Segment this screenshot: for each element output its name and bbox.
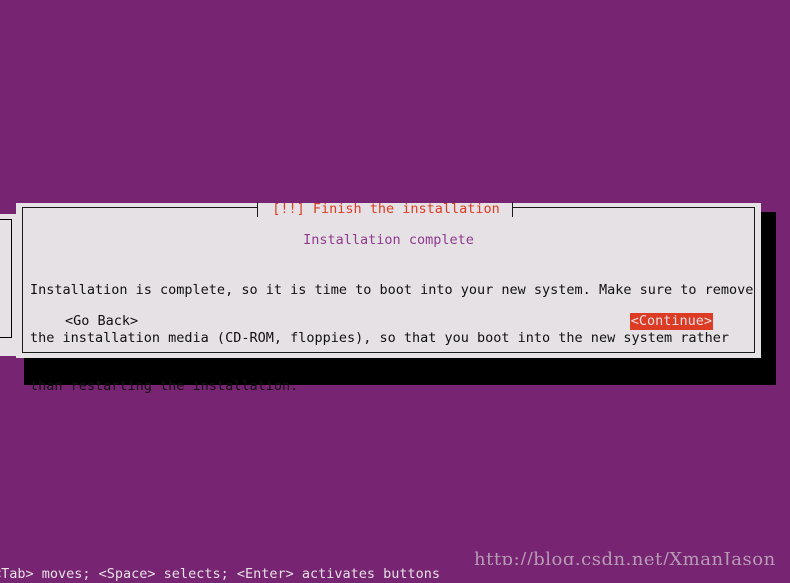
body-line: than restarting the installation.	[30, 378, 299, 394]
status-bar: <Tab> moves; <Space> selects; <Enter> ac…	[0, 565, 790, 583]
body-line: Installation is complete, so it is time …	[30, 282, 754, 298]
title-tick-right	[512, 202, 513, 217]
title-tick-left	[257, 202, 258, 217]
status-bar-help-text: <Tab> moves; <Space> selects; <Enter> ac…	[0, 566, 441, 582]
go-back-button[interactable]: <Go Back>	[64, 313, 139, 330]
dialog-title: [!!] Finish the installation	[272, 201, 500, 217]
body-line: the installation media (CD-ROM, floppies…	[30, 330, 729, 346]
continue-button[interactable]: <Continue>	[629, 313, 713, 330]
installer-screen: [!!] Finish the installation Installatio…	[0, 0, 790, 583]
dialog-button-row: <Go Back> <Continue>	[22, 313, 755, 331]
dialog-body-text: Installation is complete, so it is time …	[30, 250, 754, 426]
dialog-frame-top-left	[22, 207, 257, 208]
dialog-subtitle: Installation complete	[303, 232, 474, 248]
background-dialog-frame	[0, 219, 12, 338]
dialog-frame-top-right	[513, 207, 755, 208]
